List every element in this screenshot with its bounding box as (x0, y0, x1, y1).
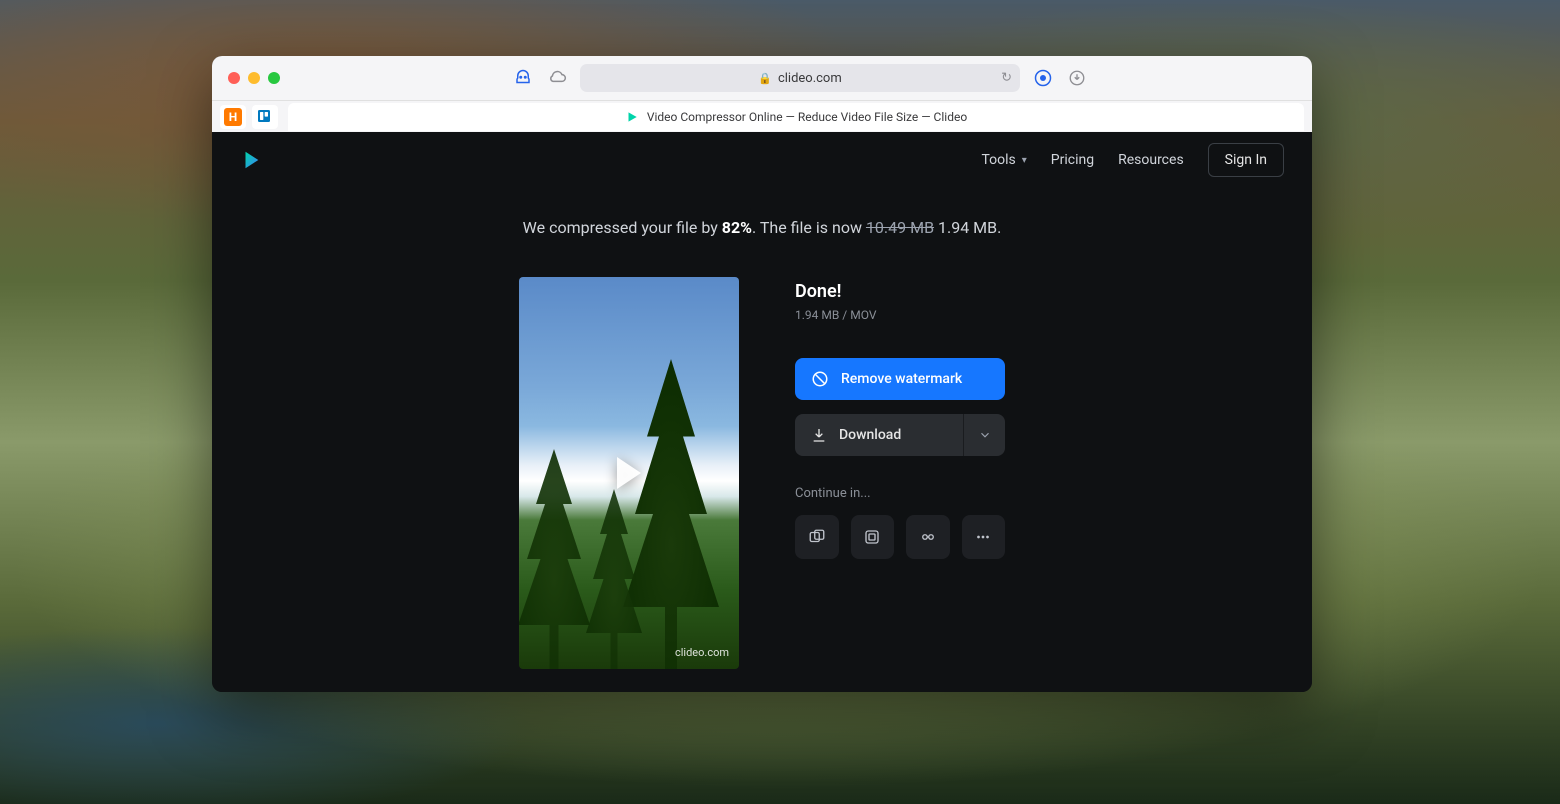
result-sidebar: Done! 1.94 MB / MOV Remove watermark (795, 277, 1005, 669)
window-controls (228, 72, 280, 84)
file-meta-sep: / (839, 308, 850, 322)
privacy-extension-icon[interactable] (512, 67, 534, 89)
download-button-group: Download (795, 414, 1005, 456)
download-options-button[interactable] (963, 414, 1005, 456)
done-title: Done! (795, 281, 1005, 302)
resize-icon (863, 528, 881, 546)
password-manager-icon[interactable] (1032, 67, 1054, 89)
tab-bar: H Video Compressor Online — Reduce Video… (212, 100, 1312, 132)
zoom-window-button[interactable] (268, 72, 280, 84)
nav-pricing[interactable]: Pricing (1051, 152, 1094, 168)
nav-tools[interactable]: Tools ▾ (981, 152, 1026, 168)
pinned-tab-2[interactable] (252, 105, 278, 129)
browser-window: 🔒 clideo.com ↻ H (212, 56, 1312, 692)
merge-icon (808, 528, 826, 546)
summary-prefix: We compressed your file by (523, 218, 722, 237)
nav-pricing-label: Pricing (1051, 152, 1094, 168)
remove-watermark-label: Remove watermark (841, 371, 962, 387)
file-size: 1.94 MB (795, 308, 839, 322)
result-row: clideo.com Done! 1.94 MB / MOV Remove wa… (272, 277, 1252, 669)
address-text: clideo.com (778, 71, 842, 86)
summary-mid: . The file is now (752, 218, 866, 237)
summary-old-size: 10.49 MB (866, 218, 934, 237)
main-content: We compressed your file by 82%. The file… (212, 188, 1312, 692)
download-icon (811, 427, 827, 443)
video-watermark-text: clideo.com (675, 646, 729, 659)
reload-icon[interactable]: ↻ (1001, 71, 1012, 86)
file-format: MOV (850, 308, 876, 322)
close-window-button[interactable] (228, 72, 240, 84)
page-content: Tools ▾ Pricing Resources Sign In We com… (212, 132, 1312, 692)
pinned-tab-1[interactable]: H (220, 105, 246, 129)
crop-icon (919, 528, 937, 546)
continue-resize-button[interactable] (851, 515, 895, 559)
continue-label: Continue in... (795, 486, 1005, 501)
clideo-logo-icon[interactable] (240, 149, 262, 171)
remove-watermark-button[interactable]: Remove watermark (795, 358, 1005, 400)
pinned-tab-1-icon: H (224, 108, 242, 126)
browser-chrome: 🔒 clideo.com ↻ H (212, 56, 1312, 132)
downloads-icon[interactable] (1066, 67, 1088, 89)
nav-resources[interactable]: Resources (1118, 152, 1184, 168)
play-icon (617, 457, 641, 489)
cloud-sync-icon[interactable] (546, 67, 568, 89)
signin-button[interactable]: Sign In (1208, 143, 1284, 177)
chevron-down-icon: ▾ (1022, 155, 1027, 166)
continue-actions (795, 515, 1005, 559)
no-symbol-icon (811, 370, 829, 388)
summary-percent: 82% (722, 218, 752, 237)
browser-toolbar: 🔒 clideo.com ↻ (212, 56, 1312, 100)
minimize-window-button[interactable] (248, 72, 260, 84)
address-bar[interactable]: 🔒 clideo.com ↻ (580, 64, 1020, 92)
active-tab[interactable]: Video Compressor Online — Reduce Video F… (288, 103, 1304, 131)
signin-label: Sign In (1225, 152, 1267, 168)
lock-icon: 🔒 (758, 72, 772, 85)
more-icon (974, 528, 992, 546)
continue-crop-button[interactable] (906, 515, 950, 559)
nav-tools-label: Tools (981, 152, 1015, 168)
chevron-down-icon (978, 428, 992, 442)
download-label: Download (839, 427, 901, 443)
download-button[interactable]: Download (795, 414, 963, 456)
clideo-favicon-icon (625, 110, 639, 124)
scene-tree (519, 449, 599, 669)
continue-more-button[interactable] (962, 515, 1006, 559)
site-header: Tools ▾ Pricing Resources Sign In (212, 132, 1312, 188)
file-meta: 1.94 MB / MOV (795, 308, 1005, 322)
continue-merge-button[interactable] (795, 515, 839, 559)
tab-title: Video Compressor Online — Reduce Video F… (647, 110, 967, 124)
trello-icon (256, 108, 274, 126)
summary-new-size: 1.94 MB. (934, 218, 1001, 237)
nav-resources-label: Resources (1118, 152, 1184, 168)
video-preview[interactable]: clideo.com (519, 277, 739, 669)
compression-summary: We compressed your file by 82%. The file… (272, 218, 1252, 237)
